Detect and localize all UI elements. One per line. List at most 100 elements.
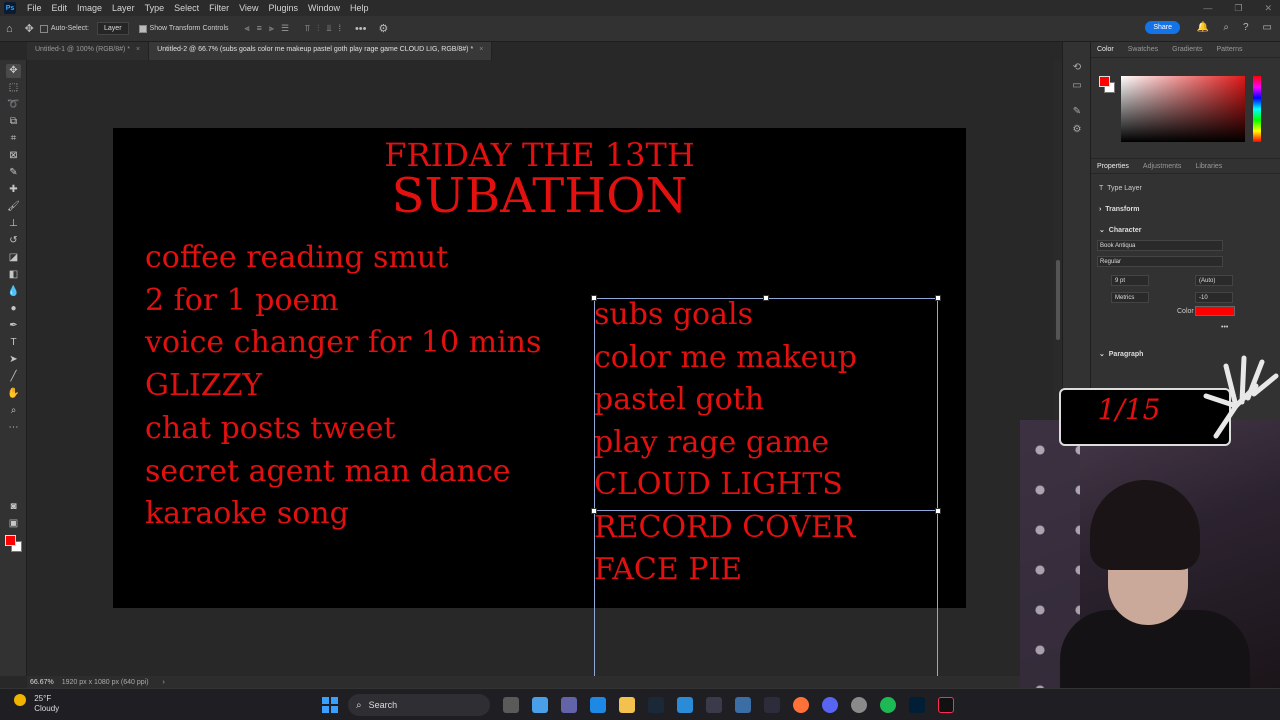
tab-swatches[interactable]: Swatches [1128,46,1158,53]
foreground-color-chip[interactable] [1099,76,1110,87]
hand-tool-icon[interactable]: ✋ [6,387,21,401]
start-button[interactable] [322,697,338,713]
object-select-icon[interactable]: ⧉ [6,115,21,129]
line-tool-icon[interactable]: ╱ [6,370,21,384]
font-style-select[interactable]: Regular [1097,256,1223,267]
workspace-icon[interactable]: ▭ [1263,22,1272,33]
weather-widget[interactable]: 25°F Cloudy [14,694,59,714]
tab-properties[interactable]: Properties [1097,163,1129,170]
status-arrow-icon[interactable]: › [163,679,165,686]
menu-select[interactable]: Select [169,3,204,13]
discord-icon[interactable] [822,697,838,713]
menu-type[interactable]: Type [140,3,170,13]
auto-select-checkbox[interactable]: Auto-Select: [39,24,89,33]
kerning-select[interactable]: Metrics [1111,292,1149,303]
comment-panel-icon[interactable]: ▭ [1071,80,1083,92]
tiktok-icon[interactable] [938,697,954,713]
restore-icon[interactable]: ❐ [1234,3,1242,14]
menu-plugins[interactable]: Plugins [263,3,303,13]
menu-view[interactable]: View [234,3,263,13]
copilot-icon[interactable] [532,697,548,713]
menu-layer[interactable]: Layer [107,3,140,13]
help-icon[interactable]: ? [1243,22,1249,33]
gradient-tool-icon[interactable]: ◧ [6,268,21,282]
font-family-select[interactable]: Book Antiqua [1097,240,1223,251]
pen-tool-icon[interactable]: ✒ [6,319,21,333]
scrollbar-thumb[interactable] [1056,260,1060,340]
character-section[interactable]: ⌄ Character [1099,226,1141,234]
transform-box[interactable] [594,298,938,511]
transform-section[interactable]: › Transform [1099,206,1139,213]
screen-mode-icon[interactable]: ▣ [6,517,21,531]
firefox-icon[interactable] [793,697,809,713]
store-icon[interactable] [590,697,606,713]
move-tool-icon[interactable]: ✥ [6,64,21,78]
teams-icon[interactable] [561,697,577,713]
steam-icon[interactable] [648,697,664,713]
align-left-icon[interactable]: ⫷ [245,23,250,34]
lasso-tool-icon[interactable]: ➰ [6,98,21,112]
paragraph-section[interactable]: ⌄ Paragraph [1099,350,1143,358]
task-view-icon[interactable] [503,697,519,713]
crop-tool-icon[interactable]: ⌗ [6,132,21,146]
menu-edit[interactable]: Edit [47,3,73,13]
transform-handle-bl[interactable] [591,508,597,514]
menu-window[interactable]: Window [303,3,345,13]
align-top-icon[interactable]: ⫪ [305,23,310,34]
text-color-chip[interactable] [1195,306,1235,316]
clone-stamp-icon[interactable]: ⊥ [6,217,21,231]
brush-panel-icon[interactable]: ✎ [1071,106,1083,118]
transform-handle-tl[interactable] [591,295,597,301]
tab-untitled-1[interactable]: Untitled-1 @ 100% (RGB/8#) * × [27,42,150,60]
transform-controls-checkbox[interactable]: Show Transform Controls [138,24,229,33]
more-options-icon[interactable]: ••• [355,23,367,35]
spotify-icon[interactable] [880,697,896,713]
hue-slider[interactable] [1253,76,1261,142]
close-icon[interactable]: × [136,46,140,53]
bell-icon[interactable]: 🔔 [1197,22,1209,33]
align-right-icon[interactable]: ⫸ [269,23,274,34]
file-explorer-icon[interactable] [619,697,635,713]
media-app-icon[interactable] [706,697,722,713]
quick-mask-icon[interactable]: ◙ [6,500,21,514]
blur-tool-icon[interactable]: 💧 [6,285,21,299]
dodge-tool-icon[interactable]: ● [6,302,21,316]
share-button[interactable]: Share [1145,21,1180,34]
menu-help[interactable]: Help [345,3,374,13]
obs-icon[interactable] [764,697,780,713]
tab-gradients[interactable]: Gradients [1172,46,1202,53]
marquee-tool-icon[interactable]: ⬚ [6,81,21,95]
transform-handle-br[interactable] [935,508,941,514]
history-brush-icon[interactable]: ↺ [6,234,21,248]
eraser-icon[interactable]: ◪ [6,251,21,265]
tab-patterns[interactable]: Patterns [1216,46,1242,53]
type-tool-icon[interactable]: T [6,336,21,350]
brush-tool-icon[interactable]: 🖌 [6,200,21,214]
layer-select[interactable]: Layer [97,22,129,35]
search-icon[interactable]: ⌕ [1223,22,1229,33]
align-bottom-icon[interactable]: ⫫ [326,23,331,34]
tracking-select[interactable]: -10 [1195,292,1233,303]
history-panel-icon[interactable]: ⟲ [1071,62,1083,74]
taskbar-search[interactable]: ⌕ Search [348,694,490,716]
transform-handle-tr[interactable] [935,295,941,301]
chrome-icon[interactable] [851,697,867,713]
foreground-color-swatch[interactable] [5,535,16,546]
leading-select[interactable]: (Auto) [1195,275,1233,286]
zoom-tool-icon[interactable]: ⌕ [6,404,21,418]
healing-brush-icon[interactable]: ✚ [6,183,21,197]
close-window-icon[interactable]: ✕ [1264,3,1272,14]
edge-icon[interactable] [677,697,693,713]
tab-color[interactable]: Color [1097,46,1114,53]
path-select-icon[interactable]: ➤ [6,353,21,367]
transform-handle-t[interactable] [763,295,769,301]
move-tool-icon[interactable]: ✥ [25,22,34,35]
menu-image[interactable]: Image [72,3,107,13]
gear-icon[interactable]: ⚙ [379,22,389,35]
menu-filter[interactable]: Filter [204,3,234,13]
photos-icon[interactable] [735,697,751,713]
minimize-icon[interactable]: — [1203,3,1212,14]
eyedropper-icon[interactable]: ✎ [6,166,21,180]
frame-tool-icon[interactable]: ⊠ [6,149,21,163]
align-center-icon[interactable]: ≡ [257,23,262,34]
